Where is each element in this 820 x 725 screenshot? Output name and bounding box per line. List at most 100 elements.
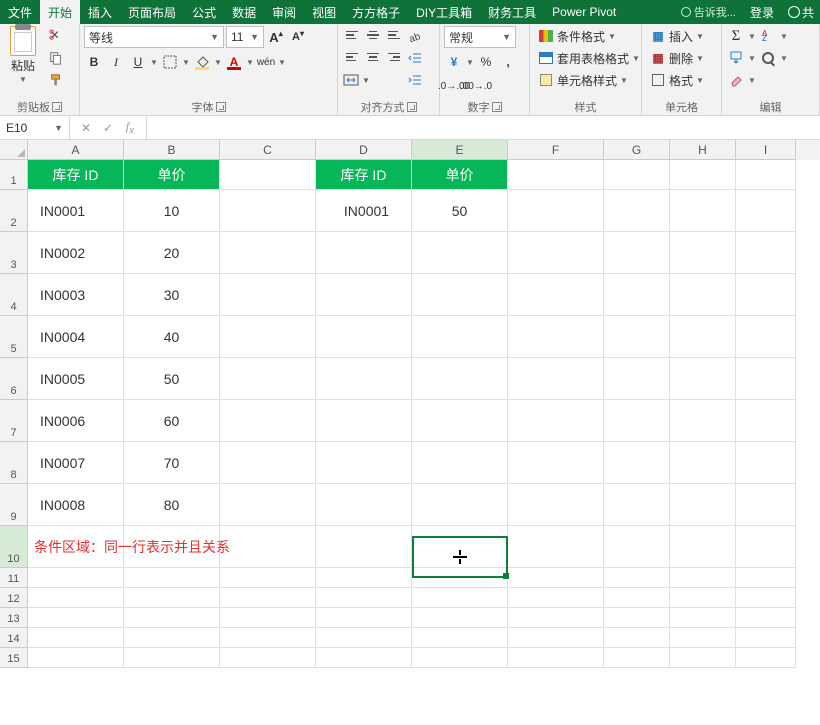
- cell[interactable]: 单价: [124, 160, 220, 190]
- increase-indent-button[interactable]: [405, 70, 425, 90]
- row-head[interactable]: 8: [0, 442, 28, 484]
- cell[interactable]: [508, 628, 604, 648]
- cell[interactable]: [736, 608, 796, 628]
- cell[interactable]: [736, 400, 796, 442]
- menu-diy[interactable]: DIY工具箱: [408, 0, 480, 24]
- cell[interactable]: [220, 648, 316, 668]
- decrease-indent-button[interactable]: [405, 48, 425, 68]
- cell[interactable]: 40: [124, 316, 220, 358]
- menu-ffgz[interactable]: 方方格子: [344, 0, 408, 24]
- align-top-button[interactable]: [342, 26, 362, 44]
- cell[interactable]: 50: [124, 358, 220, 400]
- insert-cells-button[interactable]: ▦插入▼: [646, 26, 708, 46]
- spreadsheet-grid[interactable]: A B C D E F G H I 1库存 ID单价库存 ID单价2IN0001…: [0, 140, 820, 725]
- cell[interactable]: [316, 442, 412, 484]
- cell[interactable]: IN0001: [316, 190, 412, 232]
- cell[interactable]: [736, 588, 796, 608]
- align-center-button[interactable]: [363, 48, 383, 66]
- cell[interactable]: [604, 526, 670, 568]
- cell[interactable]: [670, 608, 736, 628]
- font-size-combo[interactable]: 11▼: [226, 26, 264, 48]
- cell[interactable]: [316, 568, 412, 588]
- cell[interactable]: [412, 274, 508, 316]
- cell[interactable]: IN0002: [28, 232, 124, 274]
- cell[interactable]: [316, 588, 412, 608]
- cell[interactable]: [736, 628, 796, 648]
- fill-color-dropdown[interactable]: ▼: [214, 58, 222, 67]
- underline-dropdown[interactable]: ▼: [150, 58, 158, 67]
- cell[interactable]: [604, 316, 670, 358]
- cell[interactable]: IN0004: [28, 316, 124, 358]
- comma-button[interactable]: ,: [498, 52, 518, 72]
- cell[interactable]: [412, 568, 508, 588]
- cell[interactable]: [412, 484, 508, 526]
- cell[interactable]: [736, 358, 796, 400]
- format-as-table-button[interactable]: 套用表格格式▼: [534, 48, 644, 68]
- cell[interactable]: [508, 442, 604, 484]
- border-dropdown[interactable]: ▼: [182, 58, 190, 67]
- cell[interactable]: [604, 608, 670, 628]
- align-launcher[interactable]: [407, 102, 417, 112]
- percent-button[interactable]: %: [476, 52, 496, 72]
- menu-file[interactable]: 文件: [0, 0, 40, 24]
- cell[interactable]: 50: [412, 190, 508, 232]
- cell[interactable]: [220, 442, 316, 484]
- cell[interactable]: [670, 588, 736, 608]
- cell[interactable]: [220, 588, 316, 608]
- increase-font-button[interactable]: A▴: [266, 27, 286, 47]
- col-head-C[interactable]: C: [220, 140, 316, 160]
- cell[interactable]: [604, 160, 670, 190]
- cell[interactable]: [508, 232, 604, 274]
- cell[interactable]: [124, 628, 220, 648]
- align-right-button[interactable]: [384, 48, 404, 66]
- cell[interactable]: [220, 400, 316, 442]
- menu-view[interactable]: 视图: [304, 0, 344, 24]
- cell[interactable]: [316, 358, 412, 400]
- cell[interactable]: [220, 484, 316, 526]
- cell[interactable]: 库存 ID: [316, 160, 412, 190]
- cell[interactable]: [604, 274, 670, 316]
- cell[interactable]: [670, 484, 736, 526]
- row-head[interactable]: 14: [0, 628, 28, 648]
- cell[interactable]: [316, 628, 412, 648]
- delete-cells-button[interactable]: ▦删除▼: [646, 48, 708, 68]
- cell[interactable]: [124, 608, 220, 628]
- row-head[interactable]: 1: [0, 160, 28, 190]
- conditional-format-button[interactable]: 条件格式▼: [534, 26, 644, 46]
- cell[interactable]: 单价: [412, 160, 508, 190]
- cell[interactable]: [412, 358, 508, 400]
- clipboard-launcher[interactable]: [52, 102, 62, 112]
- cell[interactable]: [736, 190, 796, 232]
- fill-button[interactable]: [726, 48, 746, 68]
- fill-color-button[interactable]: [192, 52, 212, 72]
- cell[interactable]: [28, 608, 124, 628]
- row-head[interactable]: 3: [0, 232, 28, 274]
- tell-me[interactable]: 告诉我...: [675, 0, 742, 24]
- cell[interactable]: [604, 568, 670, 588]
- row-head[interactable]: 12: [0, 588, 28, 608]
- row-head[interactable]: 11: [0, 568, 28, 588]
- cell[interactable]: IN0006: [28, 400, 124, 442]
- cell[interactable]: [28, 648, 124, 668]
- cell[interactable]: [736, 274, 796, 316]
- cell[interactable]: [736, 526, 796, 568]
- cell[interactable]: [508, 274, 604, 316]
- cell[interactable]: [670, 628, 736, 648]
- login-button[interactable]: 登录: [742, 0, 782, 24]
- cell[interactable]: [508, 190, 604, 232]
- cell[interactable]: [604, 588, 670, 608]
- font-name-combo[interactable]: 等线▼: [84, 26, 224, 48]
- cell[interactable]: [670, 160, 736, 190]
- number-launcher[interactable]: [492, 102, 502, 112]
- italic-button[interactable]: I: [106, 52, 126, 72]
- cell[interactable]: [412, 628, 508, 648]
- phonetic-button[interactable]: wén: [256, 52, 276, 72]
- cell[interactable]: [670, 274, 736, 316]
- cell[interactable]: [670, 400, 736, 442]
- cell[interactable]: [316, 316, 412, 358]
- col-head-D[interactable]: D: [316, 140, 412, 160]
- cell[interactable]: [736, 568, 796, 588]
- cell[interactable]: [412, 608, 508, 628]
- cell[interactable]: [670, 316, 736, 358]
- share-button[interactable]: 共: [782, 0, 820, 24]
